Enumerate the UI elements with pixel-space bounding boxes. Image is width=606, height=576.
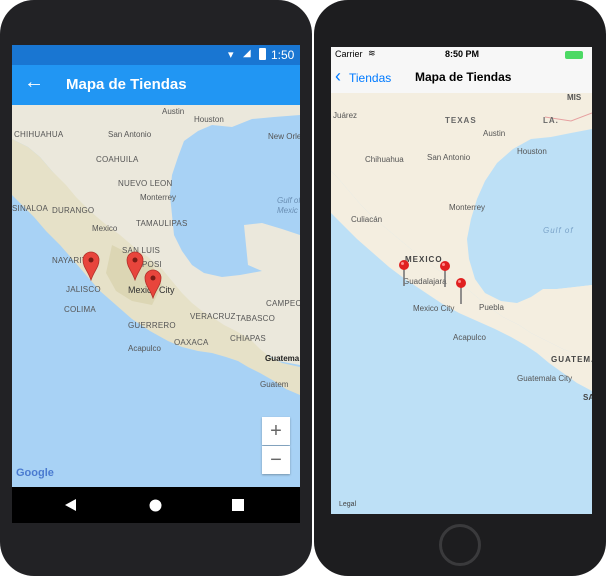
map-label-mexico: Mexico <box>92 224 118 233</box>
map-label-jalisco: JALISCO <box>66 285 101 294</box>
android-status-time: 1:50 <box>271 48 295 62</box>
zoom-out-button[interactable]: − <box>262 446 290 474</box>
map-label-sinaloa: SINALOA <box>12 204 49 213</box>
back-arrow-icon[interactable]: ← <box>24 71 44 94</box>
map-label-acapulco: Acapulco <box>128 344 161 353</box>
map-pin-3[interactable] <box>144 269 162 299</box>
map-label-mis: MIS <box>567 93 582 102</box>
map-label-la: LA. <box>543 116 559 125</box>
map-label-colima: COLIMA <box>64 305 96 314</box>
ios-home-button[interactable] <box>439 524 481 566</box>
nav-home-icon[interactable] <box>149 499 162 512</box>
battery-icon <box>565 51 583 59</box>
map-label-acapulco: Acapulco <box>453 333 486 342</box>
ios-nav-bar: ‹ Tiendas Mapa de Tiendas <box>331 63 592 94</box>
ios-map[interactable]: MIS Juárez TEXAS LA. Austin Houston Chih… <box>331 93 592 514</box>
map-label-durango: DURANGO <box>52 206 95 215</box>
map-label-coahuila: COAHUILA <box>96 155 139 164</box>
map-label-guatemala-city: Guatem <box>260 380 289 389</box>
map-label-tamaulipas: TAMAULIPAS <box>136 219 188 228</box>
map-label-austin: Austin <box>162 107 185 116</box>
page-title: Mapa de Tiendas <box>415 70 512 84</box>
nav-recents-icon[interactable] <box>232 499 244 511</box>
map-label-juarez: Juárez <box>333 111 358 120</box>
ios-status-time: 8:50 PM <box>445 49 480 59</box>
map-label-austin: Austin <box>483 129 506 138</box>
google-logo: Google <box>16 467 54 479</box>
android-screen: ▾ ◢ 1:50 ← Mapa de Tiendas Austin Housto… <box>12 45 300 523</box>
map-label-houston: Houston <box>517 147 547 156</box>
map-label-campeche: CAMPEC <box>266 299 300 308</box>
wifi-icon: ≋ <box>368 48 376 58</box>
android-status-bar: ▾ ◢ 1:50 <box>12 45 300 65</box>
map-label-guatemala: Guatema <box>265 354 300 363</box>
map-label-gulf: Gulf of <box>277 196 300 205</box>
page-title: Mapa de Tiendas <box>66 76 187 93</box>
nav-back-icon[interactable] <box>65 499 77 511</box>
android-app-bar: ← Mapa de Tiendas <box>12 65 300 105</box>
map-label-mexico-city: Mexico City <box>413 304 455 313</box>
map-label-guatemala: GUATEMA <box>551 355 592 364</box>
map-label-veracruz: VERACRUZ <box>190 312 236 321</box>
ios-status-bar: Carrier ≋ 8:50 PM <box>331 47 592 63</box>
zoom-in-button[interactable]: + <box>262 417 290 445</box>
map-pin-2[interactable] <box>126 251 144 281</box>
map-label-culiacan: Culiacán <box>351 215 383 224</box>
map-label-new-orleans: New Orle <box>268 132 300 141</box>
map-label-san-antonio: San Antonio <box>427 153 471 162</box>
map-pin-2[interactable] <box>438 260 452 288</box>
map-label-oaxaca: OAXACA <box>174 338 209 347</box>
signal-icon: ◢ <box>243 48 251 59</box>
ios-screen: Carrier ≋ 8:50 PM ‹ Tiendas Mapa de Tien… <box>331 47 592 514</box>
back-chevron-icon[interactable]: ‹ <box>335 66 341 87</box>
map-label-monterrey: Monterrey <box>140 193 177 202</box>
android-nav-bar <box>12 487 300 523</box>
map-label-san-antonio: San Antonio <box>108 130 152 139</box>
ios-device: Carrier ≋ 8:50 PM ‹ Tiendas Mapa de Tien… <box>314 0 606 576</box>
map-label-texas: TEXAS <box>445 116 477 125</box>
map-label-monterrey: Monterrey <box>449 203 486 212</box>
map-label-houston: Houston <box>194 115 224 124</box>
map-label-guatemala-city: Guatemala City <box>517 374 573 383</box>
ios-carrier: Carrier <box>335 49 363 59</box>
map-label-sa: SA <box>583 393 592 402</box>
map-pin-3[interactable] <box>454 277 468 305</box>
map-label-potosi: POSI <box>142 260 162 269</box>
map-label-nuevo-leon: NUEVO LEON <box>118 179 173 188</box>
map-label-guerrero: GUERRERO <box>128 321 176 330</box>
map-pin-1[interactable] <box>397 259 411 287</box>
android-device: ▾ ◢ 1:50 ← Mapa de Tiendas Austin Housto… <box>0 0 312 576</box>
map-label-puebla: Puebla <box>479 303 504 312</box>
back-button[interactable]: Tiendas <box>349 71 391 85</box>
wifi-icon: ▾ <box>228 49 234 61</box>
map-label-gulf: Gulf of <box>543 226 574 235</box>
map-pin-1[interactable] <box>82 251 100 281</box>
map-label-chihuahua: Chihuahua <box>365 155 404 164</box>
map-label-gulf2: Mexic <box>277 206 298 215</box>
map-label-chihuahua: CHIHUAHUA <box>14 130 64 139</box>
map-label-tabasco: TABASCO <box>236 314 276 323</box>
android-map[interactable]: Austin Houston San Antonio New Orle CHIH… <box>12 105 300 487</box>
battery-icon <box>259 48 266 60</box>
legal-link[interactable]: Legal <box>339 501 356 508</box>
map-label-chiapas: CHIAPAS <box>230 334 266 343</box>
